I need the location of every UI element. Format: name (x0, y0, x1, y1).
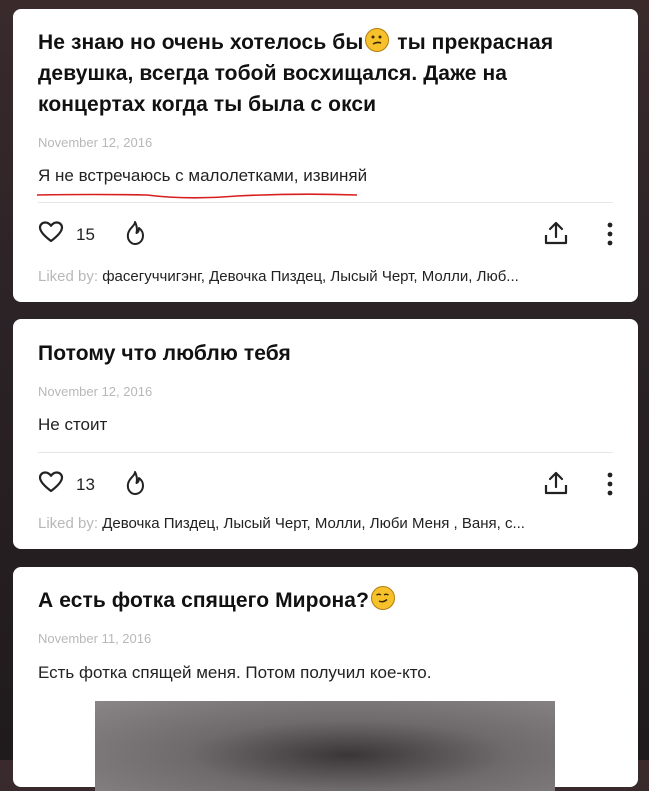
liked-by-row: Liked by: Девочка Пиздец, Лысый Черт, Мо… (38, 515, 613, 532)
answer-card: А есть фотка спящего Мирона? November 11… (13, 567, 638, 791)
smirking-face-icon (371, 586, 396, 610)
question-part: Не знаю но очень хотелось бы (38, 31, 364, 54)
confused-face-icon (365, 28, 390, 52)
question-part: А есть фотка спящего Мирона? (38, 589, 370, 612)
more-icon[interactable] (607, 472, 613, 496)
liked-by-row: Liked by: фасегуччигэнг, Девочка Пиздец,… (38, 268, 613, 285)
liked-by-label: Liked by: (38, 268, 99, 285)
liked-by-label: Liked by: (38, 515, 99, 532)
divider (38, 202, 613, 203)
like-count: 15 (76, 225, 95, 244)
share-icon[interactable] (543, 470, 569, 496)
question-text: Не знаю но очень хотелось бы ты прекрасн… (38, 27, 613, 120)
red-underline-mark (37, 193, 358, 199)
action-bar: 15 (38, 220, 613, 250)
fire-icon[interactable] (124, 220, 146, 246)
answer-date: November 12, 2016 (38, 384, 153, 399)
answer-text: Есть фотка спящей меня. Потом получил ко… (38, 663, 432, 682)
like-count: 13 (76, 475, 95, 494)
answer-date: November 11, 2016 (38, 631, 152, 646)
heart-icon[interactable] (38, 220, 64, 244)
liked-by-names[interactable]: фасегуччигэнг, Девочка Пиздец, Лысый Чер… (102, 268, 519, 285)
share-icon[interactable] (543, 220, 569, 246)
answer-photo[interactable] (95, 701, 555, 791)
fire-icon[interactable] (124, 470, 146, 496)
answer-text: Не стоит (38, 415, 108, 434)
more-icon[interactable] (607, 222, 613, 246)
answer-card: Потому что люблю тебя November 12, 2016 … (13, 319, 638, 549)
question-text: Потому что люблю тебя (38, 342, 291, 365)
divider (38, 452, 613, 453)
answer-text: Я не встречаюсь с малолетками, извиняй (38, 166, 368, 185)
question-text: А есть фотка спящего Мирона? (38, 585, 613, 616)
answer-date: November 12, 2016 (38, 135, 153, 150)
liked-by-names[interactable]: Девочка Пиздец, Лысый Черт, Молли, Люби … (102, 515, 525, 532)
answer-card: Не знаю но очень хотелось бы ты прекрасн… (13, 9, 638, 302)
heart-icon[interactable] (38, 470, 64, 494)
action-bar: 13 (38, 470, 613, 500)
